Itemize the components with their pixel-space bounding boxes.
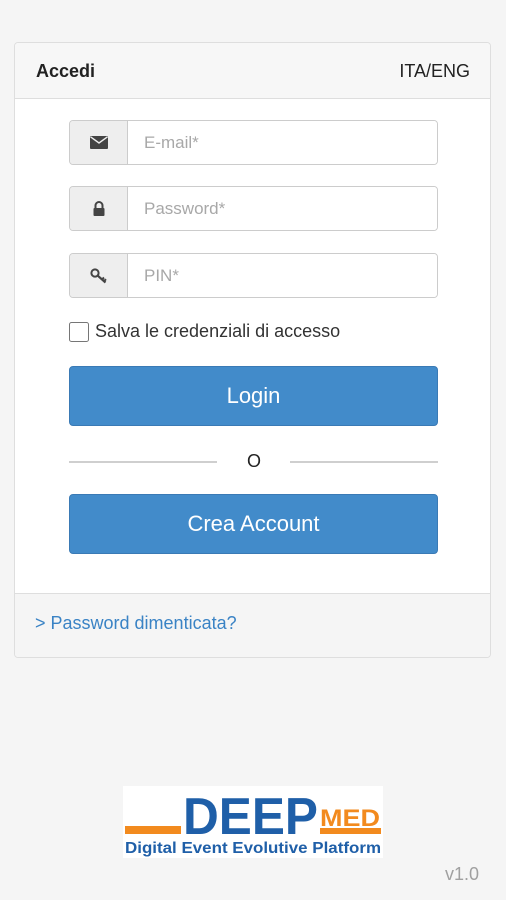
forgot-password-link[interactable]: > Password dimenticata? xyxy=(35,613,237,634)
login-panel: Accedi ITA/ENG E-mail* PIN* Salva le cre… xyxy=(14,42,491,658)
remember-credentials[interactable]: Salva le credenziali di accesso xyxy=(69,321,340,342)
logo-tagline: Digital Event Evolutive Platform xyxy=(125,840,381,857)
panel-footer: > Password dimenticata? xyxy=(15,593,490,657)
password-field[interactable] xyxy=(128,187,437,230)
deepmed-logo: DEEP MED Digital Event Evolutive Platfor… xyxy=(123,786,383,858)
language-switch[interactable]: ITA/ENG xyxy=(399,61,470,82)
email-field-group xyxy=(69,120,438,165)
logo-word: DEEP xyxy=(183,788,318,846)
email-field[interactable] xyxy=(128,121,437,164)
divider-text: O xyxy=(246,451,261,471)
password-field-group xyxy=(69,186,438,231)
key-icon xyxy=(70,254,128,297)
divider-left xyxy=(69,461,217,463)
divider-right xyxy=(290,461,438,463)
remember-label: Salva le credenziali di accesso xyxy=(95,321,341,341)
panel-header: Accedi ITA/ENG xyxy=(15,43,490,99)
pin-field-group xyxy=(69,253,438,298)
version-label: v1.0 xyxy=(444,864,479,884)
remember-checkbox[interactable] xyxy=(69,321,89,342)
pin-field[interactable] xyxy=(128,254,437,297)
lock-icon xyxy=(70,187,128,230)
logo-suffix: MED xyxy=(320,805,380,832)
envelope-icon xyxy=(70,121,128,164)
page-title: Accedi xyxy=(36,61,96,81)
login-button[interactable]: Login xyxy=(69,366,438,426)
create-account-button[interactable]: Crea Account xyxy=(69,494,438,554)
